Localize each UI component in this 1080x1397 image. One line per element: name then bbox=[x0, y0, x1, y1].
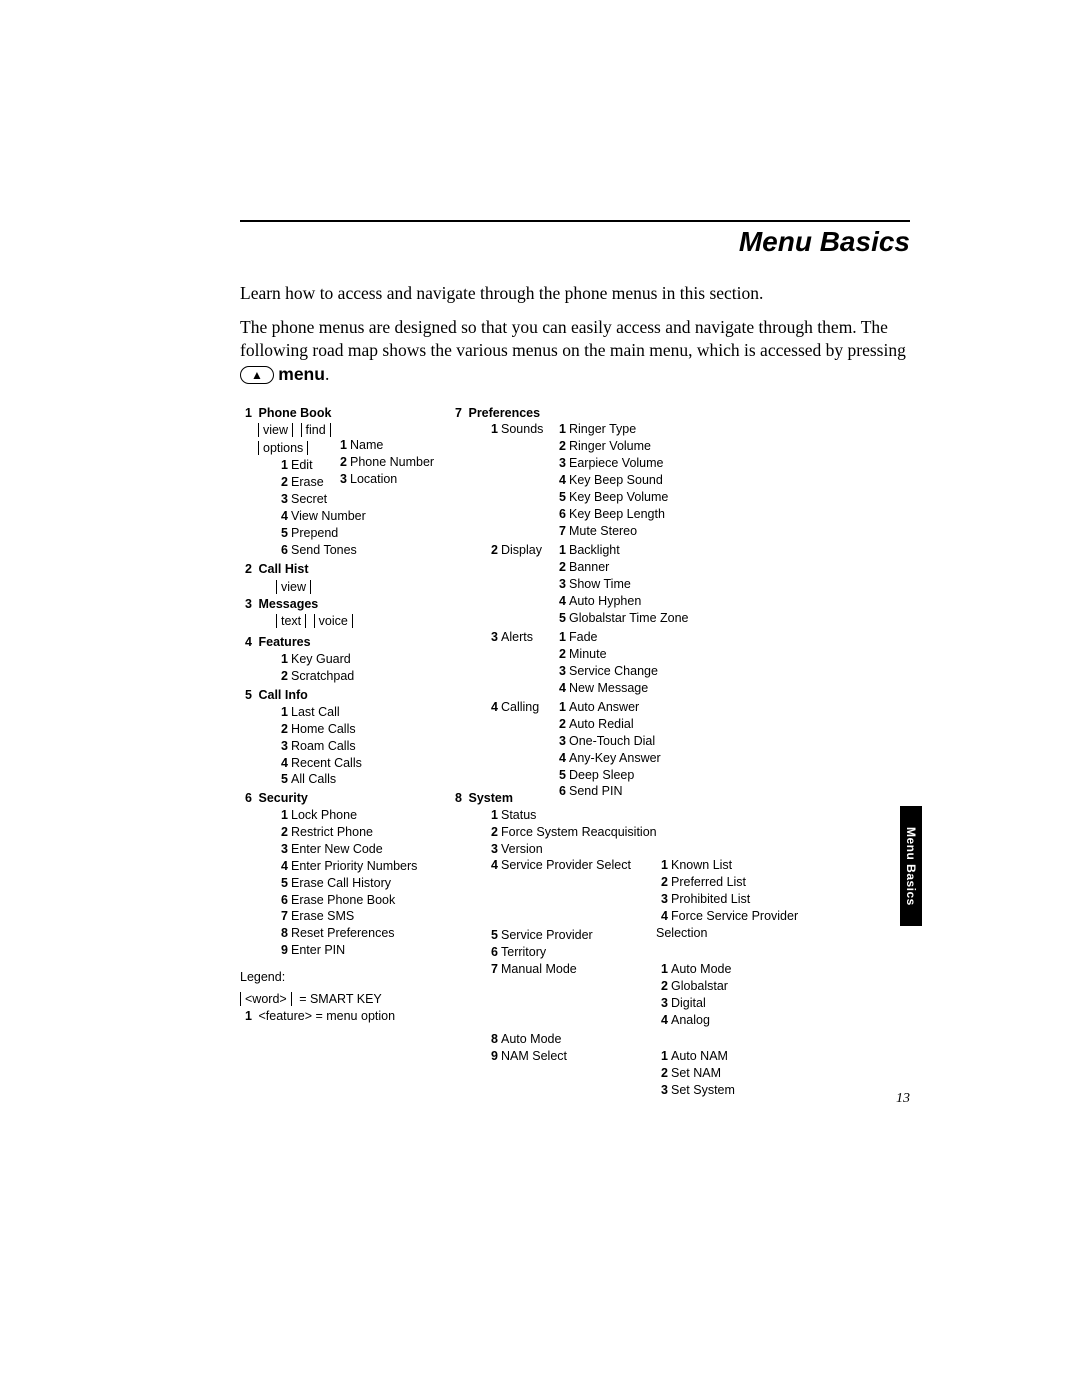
pref-alerts: 3Alerts 1Fade 2Minute 3Service Change 4N… bbox=[450, 629, 810, 646]
menu-call-info: 5 Call Info bbox=[240, 687, 450, 704]
smartkey-view: view bbox=[258, 423, 293, 437]
manual-mode-submenu: 1Auto Mode 2Globalstar 3Digital 4Analog bbox=[656, 961, 731, 1029]
call-info-submenu: 1Last Call 2Home Calls 3Roam Calls 4Rece… bbox=[240, 704, 450, 788]
intro-paragraph-1: Learn how to access and navigate through… bbox=[240, 282, 910, 306]
features-submenu: 1Key Guard 2Scratchpad bbox=[240, 651, 450, 685]
legend-feature-sample: <feature> = menu option bbox=[258, 1009, 395, 1023]
legend-smartkey-eq: = SMART KEY bbox=[299, 992, 382, 1006]
pref-display: 2Display 1Backlight 2Banner 3Show Time 4… bbox=[450, 542, 810, 559]
up-key-icon: ▲ bbox=[240, 366, 274, 384]
pref-sounds: 1Sounds 1Ringer Type 2Ringer Volume 3Ear… bbox=[450, 421, 810, 438]
legend: Legend: <word> = SMART KEY 1 <feature> =… bbox=[240, 969, 450, 1025]
system-manual-mode: 7Manual Mode 1Auto Mode 2Globalstar 3Dig… bbox=[486, 961, 810, 978]
menu-keyword: menu bbox=[278, 364, 325, 384]
system-submenu: 1Status 2Force System Reacquisition 3Ver… bbox=[450, 807, 810, 1065]
smartkey-options: options bbox=[258, 441, 308, 455]
security-submenu: 1Lock Phone 2Restrict Phone 3Enter New C… bbox=[240, 807, 450, 959]
menu-call-hist: 2 Call Hist bbox=[240, 561, 450, 578]
smartkey-view-2: view bbox=[276, 580, 311, 594]
intro-end: . bbox=[325, 364, 329, 384]
menu-features: 4 Features bbox=[240, 634, 450, 651]
pref-calling: 4Calling 1Auto Answer 2Auto Redial 3One-… bbox=[450, 699, 810, 716]
calling-submenu: 1Auto Answer 2Auto Redial 3One-Touch Dia… bbox=[554, 699, 661, 800]
smartkey-text: text bbox=[276, 614, 306, 628]
sounds-submenu: 1Ringer Type 2Ringer Volume 3Earpiece Vo… bbox=[554, 421, 668, 539]
menu-diagram: 1 Phone Book view find options 1Name 2Ph… bbox=[240, 405, 910, 1045]
system-sps: 4Service Provider Select 1Known List 2Pr… bbox=[486, 857, 810, 874]
menu-security: 6 Security bbox=[240, 790, 450, 807]
intro-paragraph-2: The phone menus are designed so that you… bbox=[240, 316, 910, 387]
document-page: Menu Basics Learn how to access and navi… bbox=[0, 0, 1080, 1397]
menu-column-left: 1 Phone Book view find options 1Name 2Ph… bbox=[240, 405, 450, 1025]
legend-smartkey-sample: <word> bbox=[240, 992, 292, 1006]
page-title: Menu Basics bbox=[240, 226, 910, 258]
find-submenu: 1Name 2Phone Number 3Location bbox=[335, 437, 434, 488]
smartkey-find: find bbox=[301, 423, 331, 437]
side-tab: Menu Basics bbox=[900, 806, 922, 926]
smartkey-voice: voice bbox=[314, 614, 353, 628]
intro-text: The phone menus are designed so that you… bbox=[240, 317, 906, 361]
display-submenu: 1Backlight 2Banner 3Show Time 4Auto Hyph… bbox=[554, 542, 689, 626]
nam-select-submenu: 1Auto NAM 2Set NAM 3Set System bbox=[656, 1048, 735, 1099]
page-number: 13 bbox=[896, 1091, 910, 1107]
menu-column-right: 7 Preferences 1Sounds 1Ringer Type 2Ring… bbox=[450, 405, 810, 1065]
menu-phone-book: 1 Phone Book bbox=[240, 405, 450, 422]
legend-title: Legend: bbox=[240, 969, 450, 986]
system-nam-select: 9NAM Select 1Auto NAM 2Set NAM 3Set Syst… bbox=[486, 1048, 810, 1065]
title-rule bbox=[240, 220, 910, 222]
menu-preferences: 7 Preferences bbox=[450, 405, 810, 422]
sps-submenu: 1Known List 2Preferred List 3Prohibited … bbox=[656, 857, 816, 941]
menu-messages: 3 Messages bbox=[240, 596, 450, 613]
alerts-submenu: 1Fade 2Minute 3Service Change 4New Messa… bbox=[554, 629, 658, 697]
